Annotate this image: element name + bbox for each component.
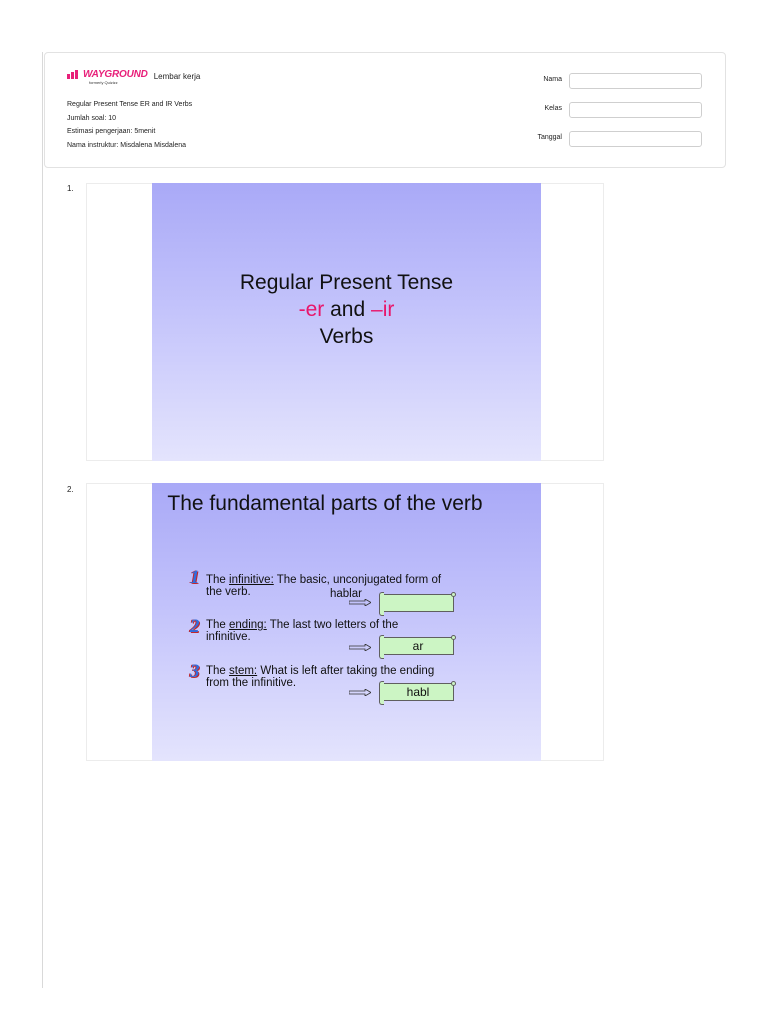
slide-heading-line2: -er and –ir bbox=[152, 296, 541, 323]
logo-subtitle: formerly Quizizz bbox=[89, 80, 118, 85]
worksheet-meta: Regular Present Tense ER and IR Verbs Ju… bbox=[67, 98, 192, 152]
slide-title: Regular Present Tense -er and –ir Verbs bbox=[152, 183, 541, 461]
question-number: 2. bbox=[67, 485, 74, 494]
slide-heading-line3: Verbs bbox=[319, 325, 374, 348]
page-edge bbox=[42, 52, 43, 988]
estimated-time: Estimasi pengerjaan: 5menit bbox=[67, 128, 156, 135]
term-ending: ending: bbox=[229, 619, 267, 631]
slide-heading: The fundamental parts of the verb bbox=[167, 492, 483, 515]
answer-box-stem: habl bbox=[379, 681, 456, 705]
answer-box-infinitive bbox=[379, 592, 456, 616]
wayground-logo: WAYGROUND formerly Quizizz bbox=[67, 69, 148, 85]
number-one-icon: 1 bbox=[190, 567, 200, 588]
number-three-icon: 3 bbox=[190, 661, 200, 682]
arrow-right-icon bbox=[349, 599, 371, 606]
brand: WAYGROUND formerly Quizizz Lembar kerja bbox=[67, 69, 200, 85]
name-label: Nama bbox=[543, 76, 562, 83]
slide-heading-line1: Regular Present Tense bbox=[239, 271, 454, 294]
class-field[interactable] bbox=[569, 102, 702, 118]
worksheet-header: WAYGROUND formerly Quizizz Lembar kerja … bbox=[44, 52, 726, 168]
question-count: Jumlah soal: 10 bbox=[67, 114, 117, 122]
date-label: Tanggal bbox=[537, 134, 562, 141]
document-type: Lembar kerja bbox=[153, 72, 201, 81]
term-stem: stem: bbox=[229, 665, 258, 677]
number-two-icon: 2 bbox=[190, 616, 200, 637]
class-label: Kelas bbox=[544, 105, 562, 112]
worksheet-title: Regular Present Tense ER and IR Verbs bbox=[67, 101, 193, 108]
name-field[interactable] bbox=[569, 73, 702, 89]
logo-bars-icon bbox=[67, 70, 81, 79]
date-field[interactable] bbox=[569, 131, 702, 147]
slide-verb-parts: The fundamental parts of the verb 1 The … bbox=[152, 483, 541, 761]
arrow-right-icon bbox=[349, 644, 371, 651]
question-number: 1. bbox=[67, 184, 74, 193]
answer-box-ending: ar bbox=[379, 635, 456, 659]
logo-text: WAYGROUND bbox=[83, 69, 148, 80]
ir-ending: –ir bbox=[371, 298, 395, 321]
instructor-name: Nama instruktur: Misdalena Misdalena bbox=[67, 141, 187, 149]
arrow-right-icon bbox=[349, 689, 371, 696]
term-infinitive: infinitive: bbox=[229, 574, 274, 586]
slide-heading: Regular Present Tense -er and –ir Verbs bbox=[152, 269, 541, 350]
and-word: and bbox=[324, 298, 372, 321]
er-ending: -er bbox=[298, 298, 325, 321]
